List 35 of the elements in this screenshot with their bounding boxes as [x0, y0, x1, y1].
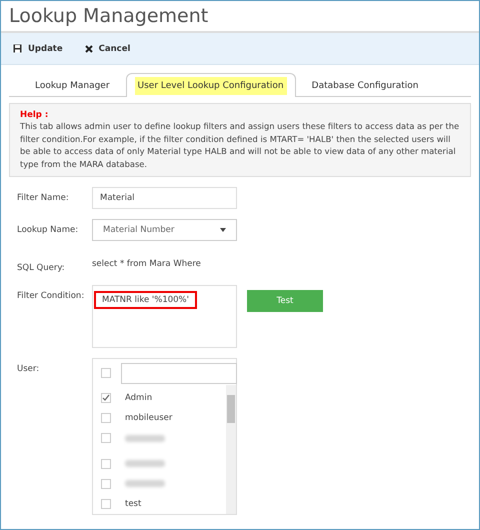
user-name: mobileuser: [125, 413, 172, 424]
checkbox[interactable]: [101, 368, 111, 378]
tab[interactable]: Lookup Manager: [23, 73, 122, 97]
tab[interactable]: Database Configuration: [300, 73, 430, 97]
help-title: Help :: [20, 110, 50, 120]
scrollbar[interactable]: [226, 384, 236, 514]
field-label: Filter Condition:: [17, 290, 86, 302]
sql-query-text: select * from Mara Where: [92, 258, 201, 269]
help-text: This tab allows admin user to define lookup filters and assign users these filters to access data as per the filter condition.For example, if the filter condition defined is MTART= 'HALB' then the selected users will be able to access data of only Material type HALB and will not be able to view data of any other material type from the MARA database.: [20, 120, 460, 170]
checkbox[interactable]: [101, 413, 111, 424]
user-search-field[interactable]: [121, 362, 237, 384]
tab[interactable]: User Level Lookup Configuration: [126, 73, 296, 97]
close-icon: [84, 44, 93, 52]
lookup-name-dropdown[interactable]: Material Number: [92, 219, 237, 241]
field-label: Lookup Name:: [17, 224, 80, 236]
blurred-name: [125, 460, 165, 468]
blurred-name: [125, 434, 165, 442]
user-name: test: [125, 498, 142, 509]
checkbox[interactable]: [101, 498, 111, 509]
filter-name-field[interactable]: Material: [92, 187, 237, 209]
caret-icon: [220, 228, 226, 232]
condition-text: MATNR like '%100%': [94, 290, 197, 308]
checkbox[interactable]: [101, 458, 111, 469]
user-name: Admin: [125, 393, 152, 404]
update-button[interactable]: Update: [13, 44, 63, 54]
field-label: SQL Query:: [17, 262, 66, 274]
checkbox[interactable]: [101, 393, 111, 404]
blurred-name: [125, 480, 165, 488]
filter-condition-field[interactable]: MATNR like '%100%': [92, 284, 237, 348]
field-label: Filter Name:: [17, 192, 70, 204]
cancel-button[interactable]: Cancel: [84, 44, 130, 54]
checkbox[interactable]: [101, 433, 111, 444]
checkbox[interactable]: [101, 478, 111, 489]
field-label: User:: [17, 362, 40, 375]
save-icon: [13, 44, 22, 53]
